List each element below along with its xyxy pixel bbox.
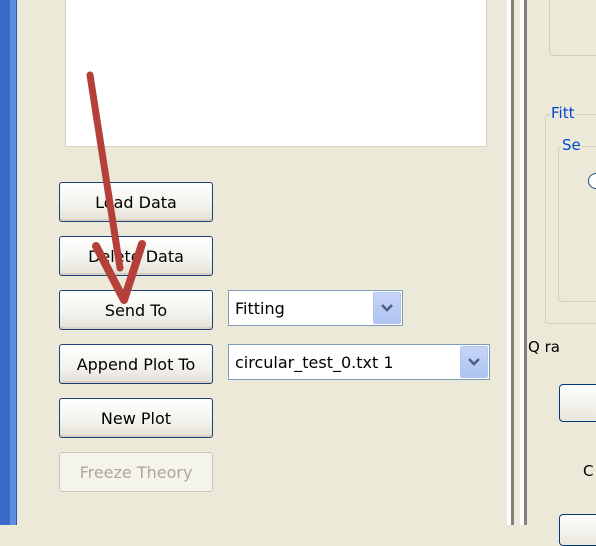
window-border-left-inner	[10, 0, 17, 525]
c-label: C	[583, 462, 594, 480]
window-border-left	[0, 0, 10, 525]
send-to-combo-value: Fitting	[235, 298, 285, 318]
splitter-shadow-2[interactable]	[524, 0, 527, 525]
selection-legend: Se	[561, 136, 582, 154]
data-list[interactable]	[65, 0, 487, 147]
fitting-legend: Fitt	[550, 104, 576, 122]
freeze-theory-button: Freeze Theory	[59, 452, 213, 492]
splitter-shadow	[511, 0, 514, 525]
q-range-button[interactable]	[559, 384, 596, 422]
q-range-label: Q ra	[528, 338, 560, 356]
fitting-panel: Fitt Se Q ra C	[528, 0, 596, 546]
new-plot-button[interactable]: New Plot	[59, 398, 213, 438]
bottom-button[interactable]	[559, 514, 596, 546]
append-plot-combo[interactable]: circular_test_0.txt 1	[228, 344, 490, 380]
append-plot-combo-value: circular_test_0.txt 1	[235, 352, 394, 372]
send-to-combo[interactable]: Fitting	[228, 290, 403, 326]
append-plot-to-button[interactable]: Append Plot To	[59, 344, 213, 384]
chevron-down-icon[interactable]	[373, 292, 401, 324]
send-to-button[interactable]: Send To	[59, 290, 213, 330]
chevron-down-icon[interactable]	[460, 346, 488, 378]
selection-group-box	[558, 146, 596, 302]
delete-data-button[interactable]: Delete Data	[59, 236, 213, 276]
load-data-button[interactable]: Load Data	[59, 182, 213, 222]
top-group-box	[549, 0, 596, 56]
